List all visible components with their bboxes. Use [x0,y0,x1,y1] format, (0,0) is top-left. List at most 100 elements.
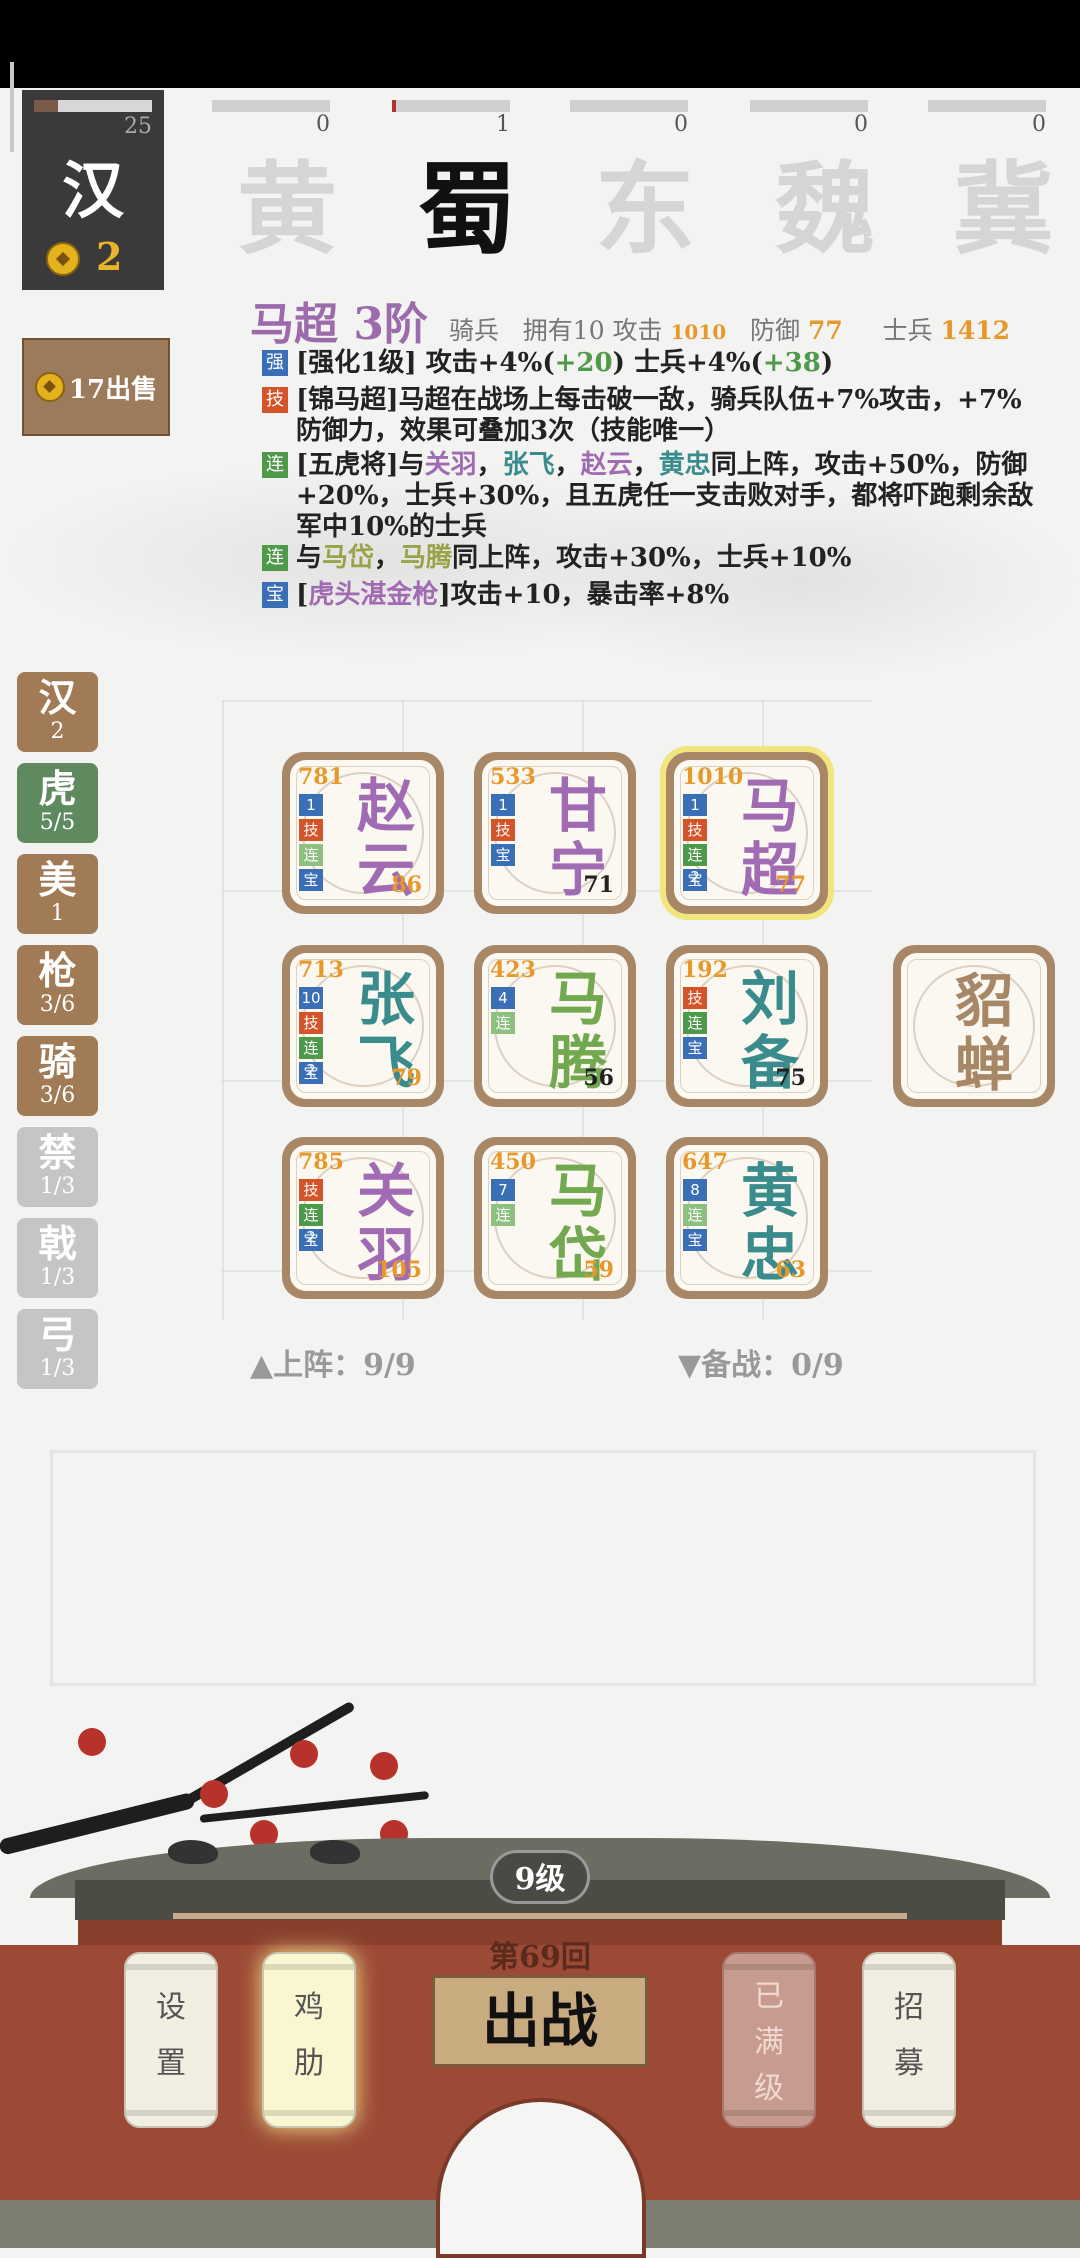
hero-badges: 4连 [491,987,515,1037]
hero-card[interactable]: 马岱 450 59 7 连 [474,1137,636,1299]
level-badge: 7 [491,1179,515,1201]
skill-badge: 技 [491,819,515,841]
trait-hero-name: 张飞 [502,450,555,480]
treasure-badge: 宝 [299,869,323,891]
hero-defense: 77 [775,872,806,898]
treasure-badge: 宝 [299,1229,323,1251]
trait-hero-name: 黄忠 [658,450,711,480]
empty-bench-area [50,1450,1036,1686]
hero-troops-label: 士兵 [882,316,933,345]
trait-text: [强化1级] 攻击+4%( [296,348,555,378]
plum-branch [199,1790,430,1823]
hero-card[interactable]: 马超1010771技连2宝 [666,752,828,914]
hero-card[interactable]: 关羽785105技连2宝 [282,1137,444,1299]
synergy-filter-4[interactable]: 枪 3/6 [17,945,98,1025]
synergy-filter-2[interactable]: 虎 5/5 [17,763,98,843]
cheer-button[interactable]: 鸡肋 [262,1952,356,2128]
trait-text: ) 士兵+4%( [612,348,763,378]
trait-text: ]攻击+10，暴击率+8% [438,580,730,610]
treasure-badge: 宝 [299,1062,323,1084]
treasure-badge: 宝 [491,844,515,866]
hero-badges: 8 连宝 [683,1179,707,1254]
hero-defense: 86 [391,872,422,898]
synergy-name: 戟 [38,1221,77,1266]
trait-tag: 连 [262,452,288,478]
plum-blossom [200,1780,228,1808]
deploy-label: 上阵：9/9 [273,1348,416,1383]
synergy-filter-5[interactable]: 骑 3/6 [17,1036,98,1116]
synergy-count: 3/6 [39,992,76,1017]
hero-attack: 647 [682,1149,728,1175]
maxed-level-button[interactable]: 已满级 [722,1952,816,2128]
hero-card[interactable]: 赵云 781 86 1 技连宝 [282,752,444,914]
card-face: 马岱 450 59 7 连 [482,1145,628,1291]
link-badge: 连 [491,1012,515,1034]
kingdom-name: 魏 [775,150,875,268]
sell-button[interactable]: 17出售 [22,338,170,436]
hero-badges: 7连 [491,1179,515,1229]
plum-blossom [78,1728,106,1756]
hero-card[interactable]: 马腾 423 56 4 连 [474,945,636,1107]
trait-text: ) [820,348,834,378]
trait-text: ， [476,450,503,480]
settings-label: 设置 [156,1990,186,2081]
hero-defense: 75 [775,1065,806,1091]
synergy-filter-8[interactable]: 弓 1/3 [17,1309,98,1389]
synergy-name: 汉 [38,675,77,720]
fight-button[interactable]: 出战 [432,1975,648,2067]
hero-badges: 10 技连2宝 [299,987,323,1087]
recruit-button[interactable]: 招募 [862,1952,956,2128]
hero-name: 貂蝉 [954,967,1013,1099]
kingdom-name: 东 [595,150,695,268]
skill-badge: 技 [299,1179,323,1201]
hero-card[interactable]: 甘宁 533 71 1 技宝 [474,752,636,914]
reserve-count: ▼备战：0/9 [678,1348,844,1383]
trait-text: [ [296,580,309,610]
link-badge: 连 [683,1012,707,1034]
level-badge: 10 [299,987,323,1009]
synergy-filter-6[interactable]: 禁 1/3 [17,1127,98,1207]
plum-branch [0,1791,196,1856]
hero-title: 马超 3阶 [250,299,428,350]
synergy-name: 枪 [38,948,77,993]
scroll-indicator [10,62,14,152]
synergy-filter-1[interactable]: 汉2 [17,672,98,752]
card-face: 关羽785105技连2宝 [290,1145,436,1291]
synergy-count: 3/6 [39,1083,76,1108]
link-badge: 连2 [299,1204,323,1246]
card-face: 貂蝉 [901,953,1047,1099]
trait-text: [五虎将]与 [296,450,425,480]
cheer-label: 鸡肋 [294,1990,324,2081]
link-badge: 连 [299,844,323,866]
hero-attack: 423 [490,957,536,983]
card-face: 马腾 423 56 4 连 [482,953,628,1099]
synergy-filter-3[interactable]: 美1 [17,854,98,934]
hero-attack: 713 [298,957,344,983]
synergy-name: 美 [38,857,77,902]
player-level: 25 [124,114,152,139]
skill-badge: 技 [299,1012,323,1034]
hero-card[interactable]: 黄忠 647 63 8 连宝 [666,1137,828,1299]
hero-card[interactable]: 张飞7137910技连2宝 [282,945,444,1107]
sell-label: 17出售 [68,374,158,405]
card-face: 甘宁 533 71 1 技宝 [482,760,628,906]
hero-defense: 71 [583,872,614,898]
xp-bar [34,100,152,112]
hero-defense: 63 [775,1257,806,1283]
hero-card[interactable]: 貂蝉 [893,945,1055,1107]
synergy-count: 1 [50,901,65,926]
hero-attack: 192 [682,957,728,983]
hero-badges: 1 技连宝 [299,794,323,894]
trait-hero-name: 马腾 [400,543,453,573]
player-panel[interactable]: 25 汉 2 [22,90,164,290]
hero-troops: 1412 [940,316,1011,345]
hero-card[interactable]: 刘备 192 75 技连宝 [666,945,828,1107]
settings-button[interactable]: 设置 [124,1952,218,2128]
synergy-count: 1/3 [39,1174,76,1199]
deploy-count: ▲上阵：9/9 [250,1348,416,1383]
skill-badge: 技 [683,819,707,841]
synergy-filter-7[interactable]: 戟 1/3 [17,1218,98,1298]
hero-defense: 59 [583,1257,614,1283]
trait-value: +20 [554,348,613,378]
hero-badges: 技连2宝 [299,1179,323,1254]
